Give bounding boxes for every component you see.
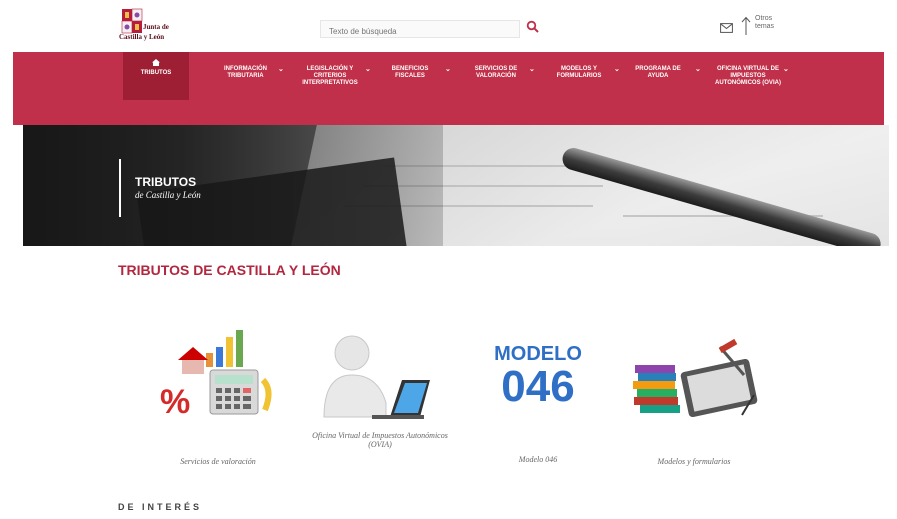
arrow-up-icon[interactable] (741, 16, 751, 36)
banner-shade (23, 125, 443, 246)
nav-label: Beneficios fiscales (391, 66, 429, 79)
nav-label: Programa de ayuda (635, 66, 681, 79)
nav-label: Tributos (140, 70, 172, 76)
card-ovia[interactable]: Oficina Virtual de Impuestos Autonómicos… (310, 325, 450, 470)
card-caption: Modelos y formularios (657, 457, 731, 466)
nav-label: Servicios de valoración (474, 66, 518, 79)
chevron-down-icon: ⌄ (614, 66, 620, 73)
other-topics-link[interactable]: Otros temas (755, 15, 789, 31)
coat-of-arms-icon (121, 8, 143, 34)
card-servicios-valoracion[interactable]: % Servicios de valoración (148, 325, 288, 470)
card-caption: Modelo 046 (518, 455, 558, 464)
card-modelo-046[interactable]: MODELO 046 Modelo 046 (468, 325, 608, 470)
chevron-down-icon: ⌄ (695, 66, 701, 73)
hero-banner: TRIBUTOS de Castilla y León (23, 125, 889, 246)
modelo-icon-number: 046 (501, 362, 575, 411)
nav-item-modelos-formularios[interactable]: Modelos y formularios ⌄ (546, 52, 620, 125)
nav-item-ovia[interactable]: Oficina virtual de impuestos autonómicos… (713, 52, 789, 125)
nav-label: Legislación y criterios interpretativos (302, 66, 358, 86)
chevron-down-icon: ⌄ (278, 66, 284, 73)
section-heading-de-interes: DE INTERÉS (118, 502, 203, 512)
card-caption: Servicios de valoración (180, 457, 256, 466)
search-icon[interactable] (526, 20, 540, 34)
main-nav: Tributos Información tributaria ⌄ Legisl… (13, 52, 884, 125)
chevron-down-icon: ⌄ (445, 66, 451, 73)
banner-subtitle: de Castilla y León (135, 190, 201, 200)
nav-item-programa-ayuda[interactable]: Programa de ayuda ⌄ (627, 52, 701, 125)
nav-label: Modelos y formularios (556, 66, 602, 79)
nav-label: Oficina virtual de impuestos autonómicos… (715, 66, 781, 86)
card-caption: Oficina Virtual de Impuestos Autonómicos… (312, 431, 448, 449)
site-header: Junta de Castilla y León Otros temas (0, 0, 897, 52)
user-laptop-icon (323, 335, 430, 419)
chevron-down-icon: ⌄ (783, 66, 789, 73)
chevron-down-icon: ⌄ (365, 66, 371, 73)
chevron-down-icon: ⌄ (529, 66, 535, 73)
logo-text-line1: Junta de (143, 23, 169, 31)
search-box (320, 20, 520, 40)
home-icon (152, 59, 160, 66)
jcyl-logo[interactable]: Junta de Castilla y León (117, 8, 187, 44)
search-input[interactable] (321, 23, 519, 40)
card-modelos-formularios[interactable]: Modelos y formularios (624, 325, 764, 470)
mail-icon[interactable] (720, 23, 733, 33)
nav-item-servicios-valoracion[interactable]: Servicios de valoración ⌄ (463, 52, 535, 125)
nav-item-informacion-tributaria[interactable]: Información tributaria ⌄ (213, 52, 284, 125)
nav-label: Información tributaria (224, 66, 267, 79)
nav-item-beneficios-fiscales[interactable]: Beneficios fiscales ⌄ (383, 52, 451, 125)
nav-item-tributos[interactable]: Tributos (123, 52, 189, 100)
books-tablet-icon (633, 338, 758, 418)
banner-divider (119, 159, 121, 217)
modelo-046-icon: MODELO 046 (488, 343, 588, 409)
logo-text-line2: Castilla y León (119, 33, 165, 41)
calculator-chart-icon: % (160, 330, 272, 421)
nav-item-legislacion[interactable]: Legislación y criterios interpretativos … (293, 52, 371, 125)
svg-text:%: % (160, 383, 190, 421)
banner-title: TRIBUTOS (135, 175, 197, 189)
page-title: TRIBUTOS DE CASTILLA Y LEÓN (118, 262, 341, 278)
